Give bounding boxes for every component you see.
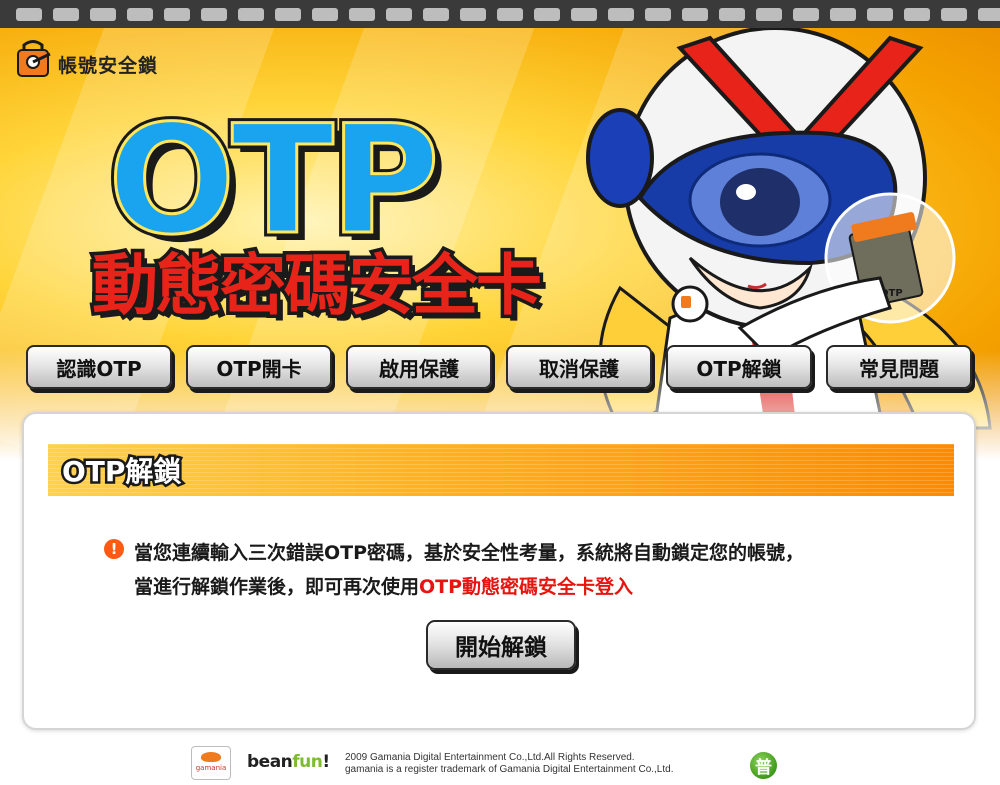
nav-button-about-otp[interactable]: 認識OTP	[26, 345, 172, 389]
film-hole	[867, 8, 893, 21]
nav-button-enable-protection[interactable]: 啟用保護	[346, 345, 492, 389]
film-strip-border	[0, 0, 1000, 28]
film-hole	[312, 8, 338, 21]
nav-button-cancel-protection[interactable]: 取消保護	[506, 345, 652, 389]
film-hole	[645, 8, 671, 21]
film-hole	[275, 8, 301, 21]
film-hole	[238, 8, 264, 21]
film-hole	[386, 8, 412, 21]
unlock-notice: ! 當您連續輸入三次錯誤OTP密碼，基於安全性考量，系統將自動鎖定您的帳號， 當…	[104, 536, 924, 604]
nav-button-activate-card[interactable]: OTP開卡	[186, 345, 332, 389]
nav-button-otp-unlock[interactable]: OTP解鎖	[666, 345, 812, 389]
film-hole	[349, 8, 375, 21]
footer: gamania beanfun! 2009 Gamania Digital En…	[0, 740, 1000, 785]
film-hole	[201, 8, 227, 21]
start-unlock-button[interactable]: 開始解鎖	[426, 620, 576, 670]
lock-logo-icon	[17, 40, 51, 77]
film-hole	[460, 8, 486, 21]
gamania-logo-text: gamania	[195, 764, 227, 772]
beanfun-bean: bean	[247, 752, 293, 772]
copyright-text: 2009 Gamania Digital Entertainment Co.,L…	[345, 752, 674, 776]
film-hole	[978, 8, 1000, 21]
notice-line-1: 當您連續輸入三次錯誤OTP密碼，基於安全性考量，系統將自動鎖定您的帳號，	[134, 542, 805, 564]
film-hole	[756, 8, 782, 21]
film-hole	[16, 8, 42, 21]
beanfun-fun: fun	[292, 752, 323, 772]
notice-highlight: OTP動態密碼安全卡登入	[419, 576, 634, 598]
film-hole	[608, 8, 634, 21]
banner-title-outline: OTP	[107, 94, 442, 268]
section-title: OTP解鎖	[59, 453, 183, 491]
beanfun-mark: !	[322, 752, 330, 772]
logo-text: 帳號安全鎖	[58, 54, 159, 77]
brand-logo: 帳號安全鎖	[12, 38, 158, 82]
gamania-bubble-icon	[201, 752, 221, 762]
copyright-line-2: gamania is a register trademark of Gaman…	[345, 764, 674, 775]
film-hole	[90, 8, 116, 21]
nav-button-faq[interactable]: 常見問題	[826, 345, 972, 389]
notice-line-2-text: 當進行解鎖作業後，即可再次使用	[134, 576, 420, 598]
film-hole	[904, 8, 930, 21]
film-hole	[53, 8, 79, 21]
film-hole	[941, 8, 967, 21]
film-hole	[534, 8, 560, 21]
beanfun-logo[interactable]: beanfun!	[247, 752, 330, 772]
warning-icon: !	[104, 539, 124, 559]
content-panel: OTP解鎖 ! 當您連續輸入三次錯誤OTP密碼，基於安全性考量，系統將自動鎖定您…	[22, 412, 976, 730]
film-hole	[793, 8, 819, 21]
film-hole	[127, 8, 153, 21]
film-hole	[164, 8, 190, 21]
copyright-line-1: 2009 Gamania Digital Entertainment Co.,L…	[345, 752, 635, 763]
hero-banner: OTP 帳號安全鎖 OTP OTP 動態密碼安全卡	[0, 28, 1000, 460]
film-hole	[497, 8, 523, 21]
banner-subtitle: 動態密碼安全卡	[89, 246, 546, 325]
rating-badge-icon: 普	[750, 752, 777, 779]
notice-line-2: 當進行解鎖作業後，即可再次使用OTP動態密碼安全卡登入	[134, 570, 924, 604]
section-header-bar	[48, 444, 954, 496]
main-nav: 認識OTP OTP開卡 啟用保護 取消保護 OTP解鎖 常見問題	[26, 345, 976, 395]
gamania-logo[interactable]: gamania	[191, 746, 231, 780]
film-hole	[830, 8, 856, 21]
film-hole	[682, 8, 708, 21]
film-hole	[719, 8, 745, 21]
film-hole	[423, 8, 449, 21]
film-hole	[571, 8, 597, 21]
